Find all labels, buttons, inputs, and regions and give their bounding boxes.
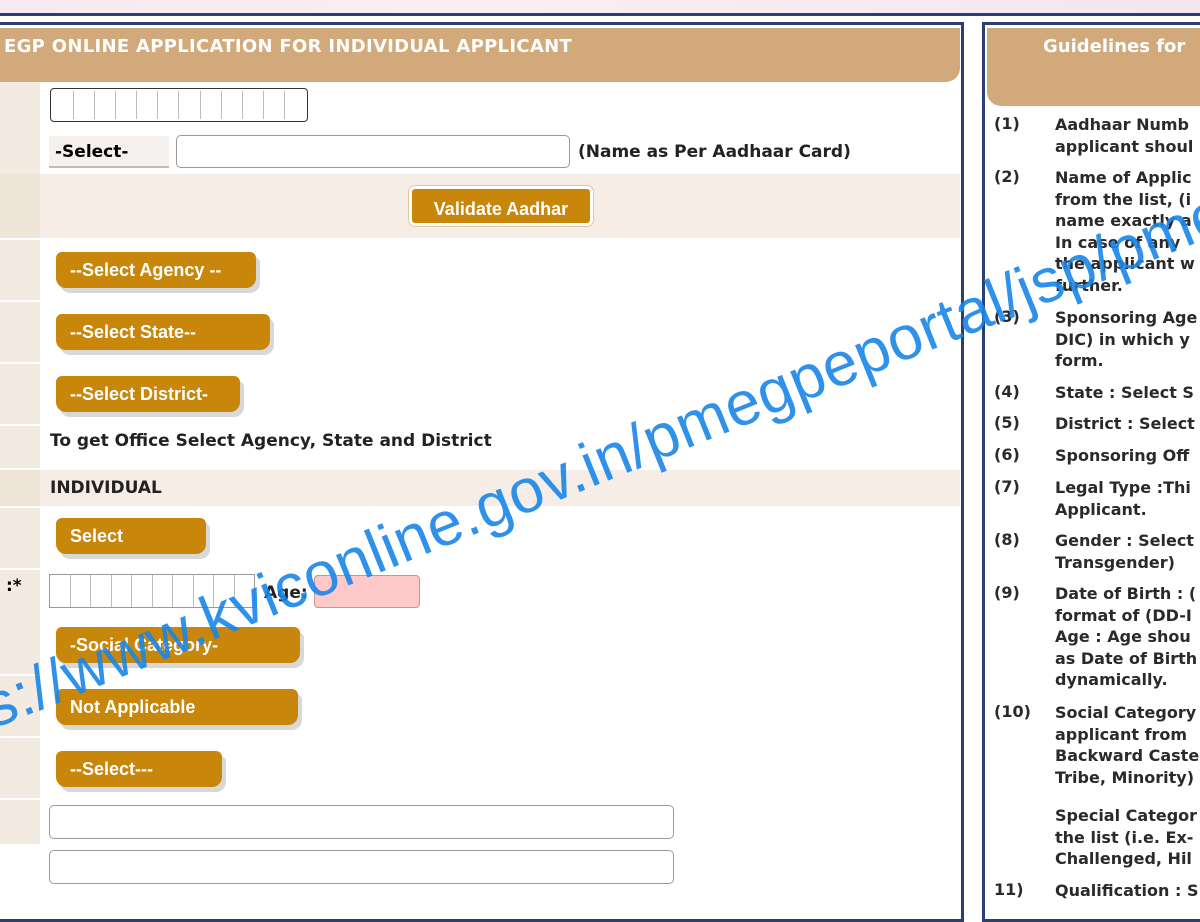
state-select[interactable]: --Select State--: [56, 314, 270, 350]
guideline-text: State : Select S: [1055, 383, 1194, 402]
guideline-text: District : Select: [1055, 414, 1195, 433]
validate-aadhar-button[interactable]: Validate Aadhar: [409, 186, 593, 226]
guideline-text: Date of Birth : ( format of (DD-I Age : …: [1055, 584, 1198, 689]
guideline-text: Sponsoring Age DIC) in which y form.: [1055, 308, 1198, 370]
guideline-num: (6): [994, 445, 1020, 464]
legal-type-value: INDIVIDUAL: [50, 478, 162, 498]
guideline-num: (7): [994, 477, 1020, 496]
title-select[interactable]: -Select-: [49, 136, 169, 168]
office-hint: To get Office Select Agency, State and D…: [50, 431, 492, 451]
guideline-num: (8): [994, 530, 1020, 549]
gender-select[interactable]: Select: [56, 518, 206, 554]
top-banner: [0, 0, 1200, 16]
guideline-num: (3): [994, 307, 1020, 326]
guideline-num: (1): [994, 114, 1020, 133]
form-title: EGP ONLINE APPLICATION FOR INDIVIDUAL AP…: [4, 36, 573, 57]
district-select[interactable]: --Select District-: [56, 376, 240, 412]
qualification-select[interactable]: --Select---: [56, 751, 222, 787]
guideline-text: Sponsoring Off: [1055, 446, 1190, 465]
dob-label: :*: [6, 576, 22, 596]
guideline-text: Gender : Select Transgender): [1055, 531, 1194, 572]
guideline-num: 11): [994, 880, 1024, 899]
guideline-num: (9): [994, 583, 1020, 602]
guideline-text: Aadhaar Numb applicant shoul: [1055, 115, 1194, 156]
aadhaar-number-input[interactable]: [50, 88, 308, 122]
age-input[interactable]: [314, 575, 420, 608]
guideline-num: (5): [994, 413, 1020, 432]
applicant-name-input[interactable]: [176, 135, 570, 168]
guideline-text: Special Categor the list (i.e. Ex- Chall…: [1055, 806, 1198, 868]
date-of-birth-input[interactable]: [49, 574, 255, 608]
age-label: Age:: [264, 583, 308, 603]
address-line1-input[interactable]: [49, 805, 674, 839]
guidelines-header: Guidelines for: [987, 28, 1200, 106]
agency-select[interactable]: --Select Agency --: [56, 252, 256, 288]
name-hint: (Name as Per Aadhaar Card): [578, 142, 851, 162]
special-category-select[interactable]: Not Applicable: [56, 689, 298, 725]
social-category-select[interactable]: -Social Category-: [56, 627, 300, 663]
guideline-text: Qualification : S: [1055, 881, 1199, 900]
guideline-text: Legal Type :Thi Applicant.: [1055, 478, 1191, 519]
guideline-text: Social Category applicant from Backward …: [1055, 703, 1200, 787]
guideline-num: (2): [994, 167, 1020, 186]
form-header: EGP ONLINE APPLICATION FOR INDIVIDUAL AP…: [0, 28, 960, 82]
guideline-num: (10): [994, 702, 1031, 721]
guidelines-title: Guidelines for: [1043, 36, 1186, 57]
guideline-text: Name of Applic from the list, (i name ex…: [1055, 168, 1195, 295]
guideline-num: (4): [994, 382, 1020, 401]
address-line2-input[interactable]: [49, 850, 674, 884]
